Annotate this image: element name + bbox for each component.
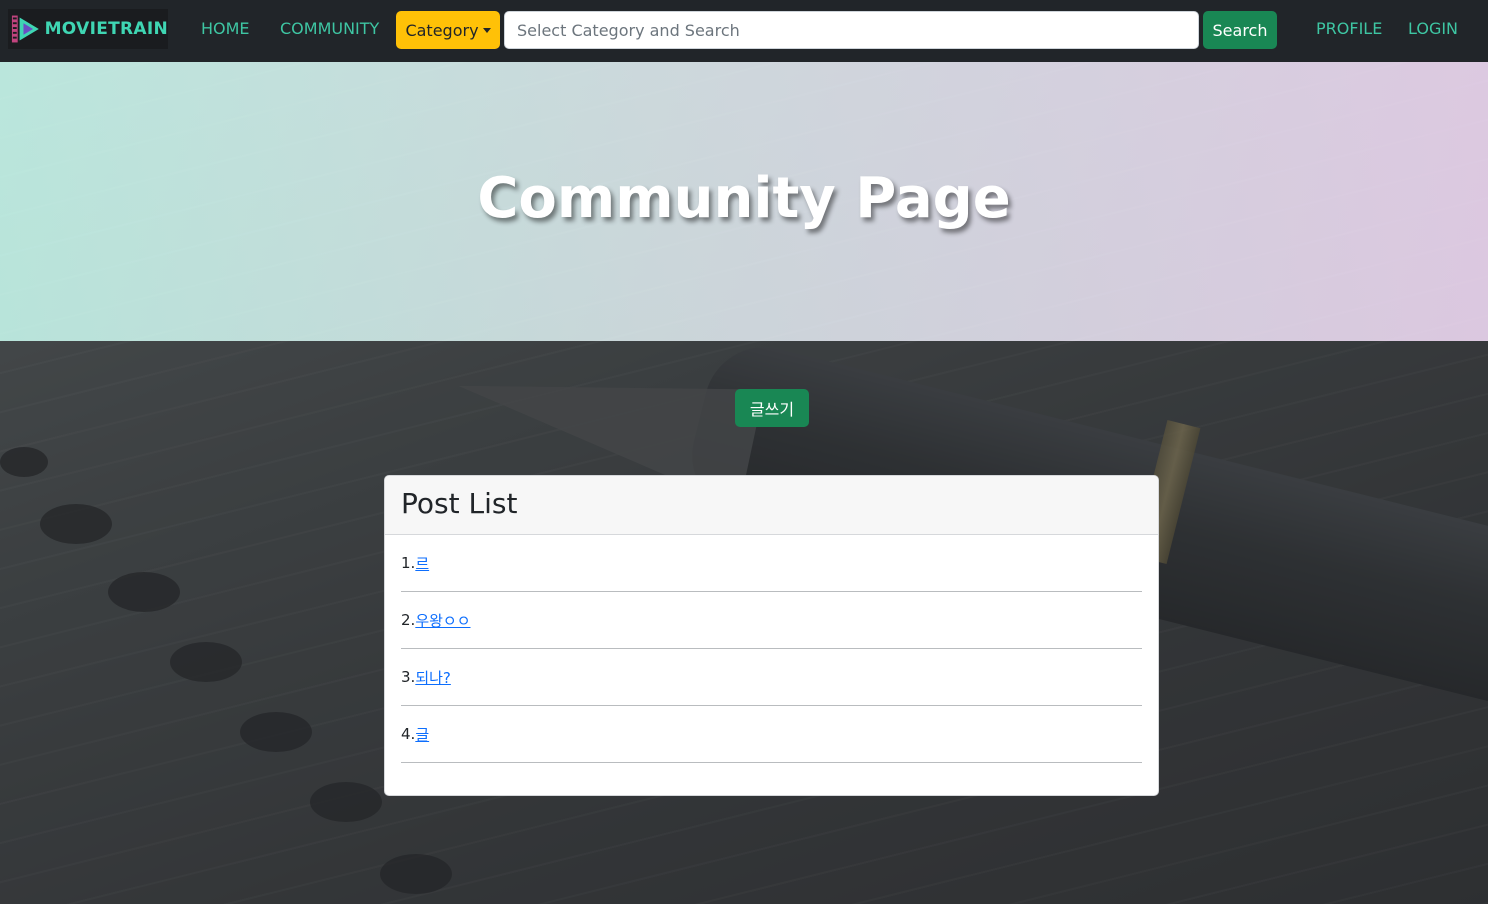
- post-link[interactable]: 글: [415, 724, 429, 745]
- post-list: 1. 르 2. 우왕ㅇㅇ 3. 되나? 4. 글: [385, 535, 1158, 763]
- post-number: 4.: [401, 725, 416, 743]
- page-title: Community Page: [477, 166, 1011, 231]
- search-button[interactable]: Search: [1203, 11, 1277, 49]
- nav-community[interactable]: COMMUNITY: [280, 19, 379, 38]
- post-list-title: Post List: [385, 476, 1158, 535]
- list-item: 3. 되나?: [401, 649, 1142, 706]
- post-number: 1.: [401, 554, 416, 572]
- list-item: 4. 글: [401, 706, 1142, 763]
- film-play-icon: [11, 15, 39, 43]
- category-button-label: Category: [405, 20, 479, 40]
- caret-down-icon: [482, 27, 491, 33]
- post-list-card: Post List 1. 르 2. 우왕ㅇㅇ 3. 되나? 4. 글: [384, 475, 1159, 796]
- nav-home[interactable]: HOME: [201, 19, 250, 38]
- search-input[interactable]: [504, 11, 1199, 49]
- navbar: MOVIETRAIN HOME COMMUNITY Category Searc…: [0, 0, 1488, 62]
- brand-logo[interactable]: MOVIETRAIN: [8, 9, 168, 49]
- write-post-button[interactable]: 글쓰기: [735, 389, 809, 427]
- post-number: 2.: [401, 611, 416, 629]
- post-link[interactable]: 우왕ㅇㅇ: [415, 610, 470, 631]
- post-link[interactable]: 되나?: [415, 667, 451, 688]
- nav-profile[interactable]: PROFILE: [1316, 19, 1382, 38]
- category-dropdown-button[interactable]: Category: [396, 11, 500, 49]
- brand-name: MOVIETRAIN: [44, 19, 168, 39]
- post-number: 3.: [401, 668, 416, 686]
- list-item: 2. 우왕ㅇㅇ: [401, 592, 1142, 649]
- list-item: 1. 르: [401, 535, 1142, 592]
- nav-login[interactable]: LOGIN: [1408, 19, 1458, 38]
- post-link[interactable]: 르: [415, 553, 429, 574]
